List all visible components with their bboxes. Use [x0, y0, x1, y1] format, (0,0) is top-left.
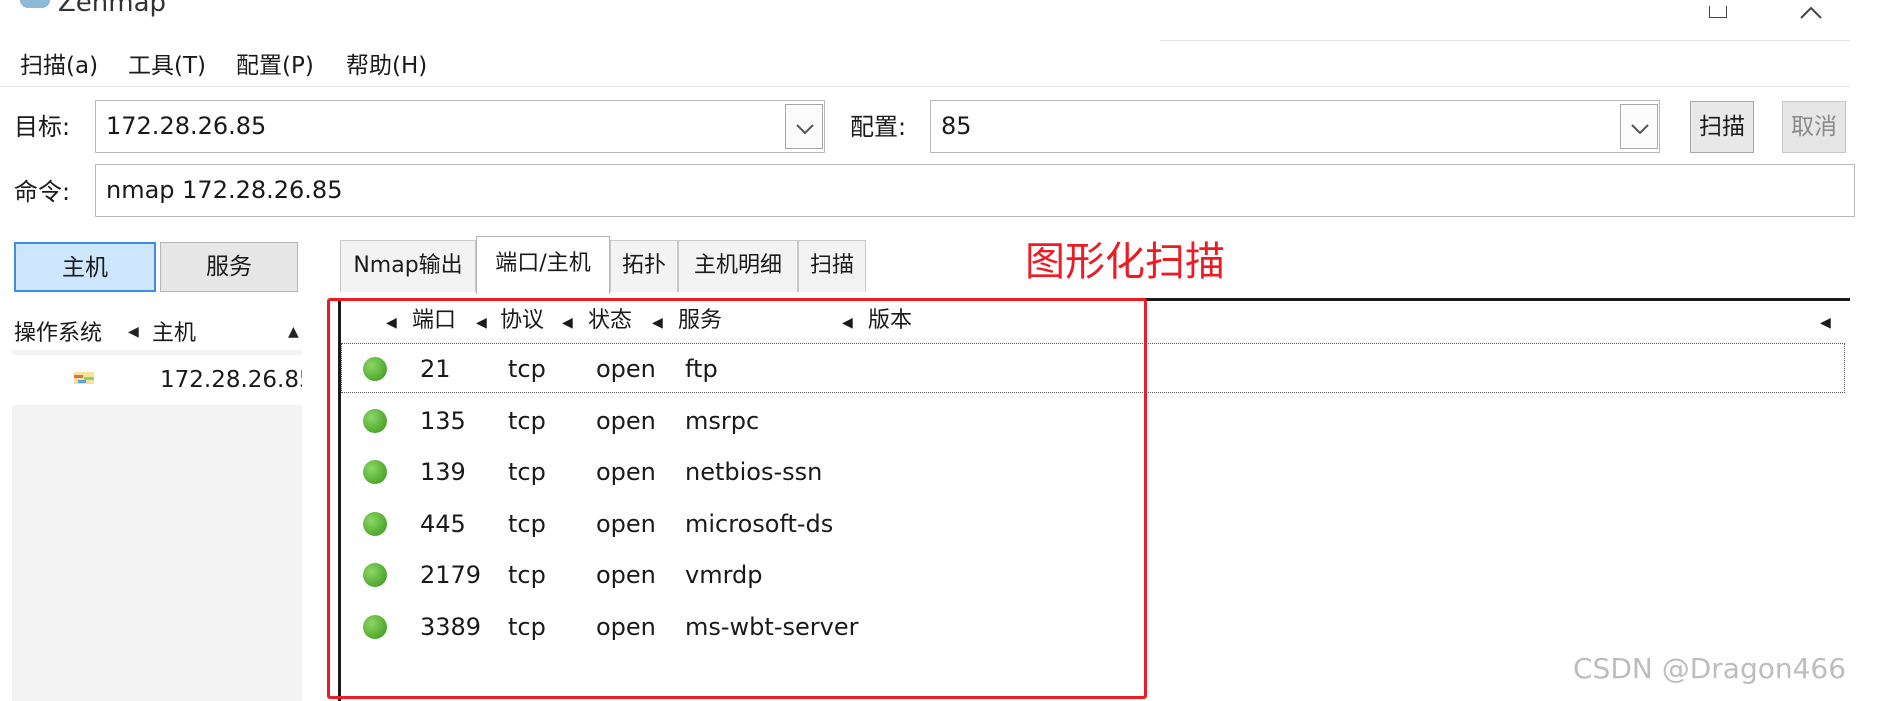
tab-topology[interactable]: 拓扑	[610, 240, 678, 292]
maximize-button[interactable]	[1709, 6, 1727, 18]
chevron-down-icon	[796, 124, 814, 135]
menu-scan[interactable]: 扫描(a)	[20, 48, 98, 84]
sort-up-icon: ▲	[288, 324, 299, 340]
host-address: 172.28.26.85	[160, 367, 302, 393]
tab-scans[interactable]: 扫描	[798, 240, 866, 292]
service-view-button[interactable]: 服务	[160, 242, 298, 292]
close-button[interactable]	[1797, 2, 1825, 22]
scan-button[interactable]: 扫描	[1690, 101, 1754, 153]
chevron-down-icon	[1631, 124, 1649, 135]
host-view-button[interactable]: 主机	[14, 242, 156, 292]
menu-help[interactable]: 帮助(H)	[346, 48, 427, 84]
target-label: 目标:	[14, 113, 71, 141]
menu-tools[interactable]: 工具(T)	[128, 48, 206, 84]
menu-profile[interactable]: 配置(P)	[236, 48, 314, 84]
tab-ports-hosts[interactable]: 端口/主机	[476, 236, 610, 294]
column-separator-icon: ◀	[1820, 315, 1831, 331]
os-column-header[interactable]: 操作系统	[14, 320, 102, 348]
highlight-box	[327, 298, 1147, 699]
profile-label: 配置:	[850, 113, 907, 141]
command-input[interactable]: nmap 172.28.26.85	[95, 164, 1855, 217]
tab-nmap-output[interactable]: Nmap输出	[340, 240, 476, 292]
profile-input[interactable]: 85	[930, 100, 1660, 153]
window-title: Zenmap	[58, 0, 167, 18]
cancel-button[interactable]: 取消	[1782, 101, 1846, 153]
app-logo-icon	[20, 0, 50, 8]
chevron-up-icon	[1800, 6, 1822, 19]
command-label: 命令:	[14, 178, 71, 206]
host-column-header[interactable]: 主机	[152, 320, 196, 348]
os-icon	[72, 369, 98, 387]
menu-divider	[0, 86, 1850, 87]
menu-bar: 扫描(a) 工具(T) 配置(P) 帮助(H)	[0, 48, 1886, 84]
watermark: CSDN @Dragon466	[1573, 652, 1847, 685]
title-divider	[1160, 40, 1850, 41]
sort-left-icon: ◀	[128, 324, 139, 340]
target-dropdown-button[interactable]	[785, 104, 823, 149]
target-input[interactable]: 172.28.26.85	[95, 100, 825, 153]
annotation-text: 图形化扫描	[1025, 239, 1225, 285]
host-row[interactable]: 172.28.26.85	[12, 355, 302, 405]
profile-dropdown-button[interactable]	[1620, 104, 1658, 149]
tab-host-details[interactable]: 主机明细	[678, 240, 798, 292]
